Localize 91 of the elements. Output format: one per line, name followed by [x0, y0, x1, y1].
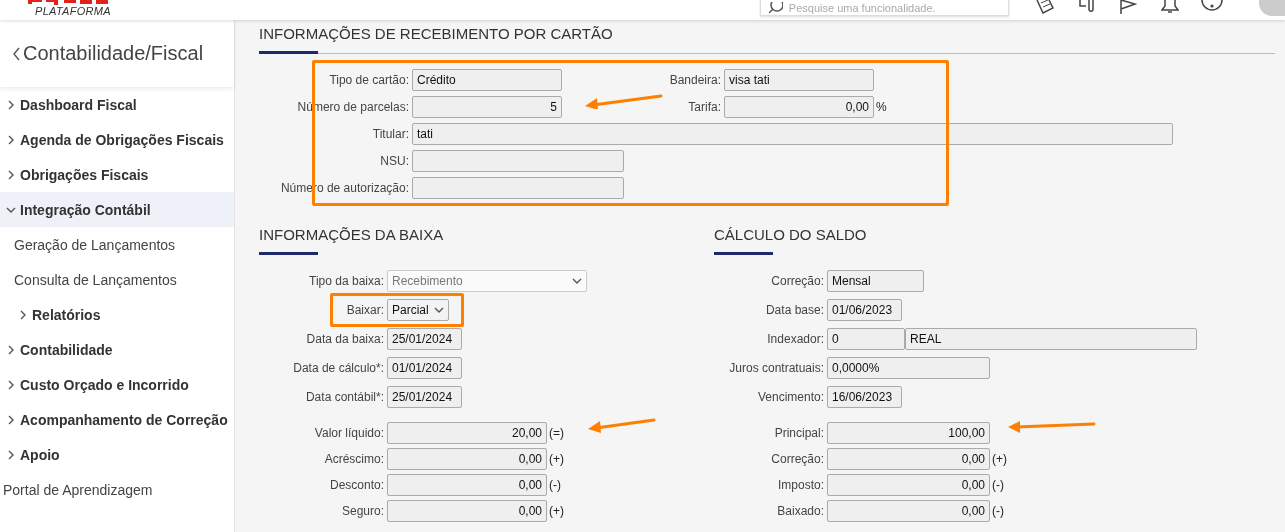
input-field[interactable]: 0,00 — [827, 474, 990, 496]
field-suffix: (=) — [548, 426, 564, 440]
field-label: Vencimento: — [756, 390, 825, 404]
menu-item[interactable]: Integração Contábil — [0, 192, 234, 227]
field-label: Juros contratuais: — [728, 361, 825, 375]
input-field[interactable]: 5 — [412, 96, 562, 118]
field-label: Tipo da baixa: — [308, 274, 385, 288]
caret-icon — [572, 276, 582, 286]
menu-item[interactable]: Portal de Aprendizagem — [0, 472, 234, 507]
field-label: Acréscimo: — [323, 452, 385, 466]
input-field[interactable]: 01/01/2024 — [387, 357, 462, 379]
input-field[interactable]: 0,0000% — [827, 357, 990, 379]
section-title: CÁLCULO DO SALDO — [714, 225, 868, 245]
input-field[interactable]: Mensal — [827, 270, 924, 292]
menu-item[interactable]: Relatórios — [0, 297, 234, 332]
annotation-arrow — [588, 417, 656, 433]
field-suffix: (-) — [548, 478, 561, 492]
chevron-icon — [18, 309, 28, 320]
field-label: Desconto: — [328, 478, 385, 492]
field-suffix: (+) — [548, 504, 564, 518]
logo-icon — [28, 0, 108, 5]
dropdown[interactable]: Parcial — [387, 299, 449, 321]
input-field[interactable]: 0 — [827, 328, 905, 350]
field-label: Tarifa: — [687, 100, 722, 114]
field-label: Correção: — [770, 452, 825, 466]
input-field[interactable]: 0,00 — [387, 448, 547, 470]
field-suffix: (+) — [548, 452, 564, 466]
input-field[interactable]: 0,00 — [827, 448, 990, 470]
field-label: Data da baixa: — [305, 332, 385, 346]
menu-item[interactable]: Dashboard Fiscal — [0, 87, 234, 122]
field-suffix: (-) — [991, 504, 1004, 518]
field-label: NSU: — [379, 154, 410, 168]
menu-item[interactable]: Agenda de Obrigações Fiscais — [0, 122, 234, 157]
field-label: Seguro: — [340, 504, 385, 518]
field-label: Baixado: — [776, 504, 825, 518]
chevron-icon — [6, 99, 16, 110]
field-label: Tipo de cartão: — [328, 73, 410, 87]
input-field[interactable]: 100,00 — [827, 422, 990, 444]
field-label: Baixar: — [345, 303, 385, 317]
brand-subtitle: PLATAFORMA — [35, 5, 111, 18]
input-field[interactable]: 01/06/2023 — [827, 299, 902, 321]
field-label: Imposto: — [776, 478, 825, 492]
input-field[interactable]: 0,00 — [387, 500, 547, 522]
menu-item[interactable]: Apoio — [0, 437, 234, 472]
menu-item[interactable]: Obrigações Fiscais — [0, 157, 234, 192]
bell-icon[interactable] — [1161, 0, 1179, 14]
input-field[interactable]: 20,00 — [387, 422, 547, 444]
field-label: Titular: — [371, 127, 410, 141]
menu-item[interactable]: Contabilidade — [0, 332, 234, 367]
field-label: Valor líquido: — [313, 426, 385, 440]
input-field[interactable]: visa tati — [724, 69, 874, 91]
chevron-icon — [6, 134, 16, 145]
input-field[interactable] — [412, 150, 624, 172]
input-field[interactable]: REAL — [905, 328, 1197, 350]
menu-item[interactable]: Custo Orçado e Incorrido — [0, 367, 234, 402]
input-field[interactable]: 16/06/2023 — [827, 386, 902, 408]
section-title: INFORMAÇÕES DA BAIXA — [259, 225, 445, 245]
field-label: Data base: — [764, 303, 825, 317]
input-field[interactable]: 0,00 — [827, 500, 990, 522]
input-field[interactable]: 25/01/2024 — [387, 328, 462, 350]
menu-item[interactable]: Acompanhamento de Correção — [0, 402, 234, 437]
chevron-icon — [6, 344, 16, 355]
caret-icon — [434, 305, 444, 315]
search-field[interactable]: Pesquise uma funcionalidade. — [759, 0, 1009, 16]
field-suffix: (-) — [991, 478, 1004, 492]
field-label: Data de cálculo*: — [292, 361, 385, 375]
chevron-icon — [6, 449, 16, 460]
sidebar-back[interactable]: Contabilidade/Fiscal — [0, 20, 234, 87]
field-suffix: (+) — [991, 452, 1007, 466]
flag-icon[interactable] — [1119, 0, 1139, 14]
field-label: Correção: — [770, 274, 825, 288]
input-field[interactable]: Crédito — [412, 69, 562, 91]
chevron-icon — [6, 169, 16, 180]
input-field[interactable]: tati — [412, 123, 1173, 145]
input-field[interactable]: 0,00 — [387, 474, 547, 496]
field-label: Principal: — [773, 426, 825, 440]
input-field[interactable]: 0,00 — [724, 96, 874, 118]
section-title: INFORMAÇÕES DE RECEBIMENTO POR CARTÃO — [259, 24, 614, 44]
menu-item[interactable]: Consulta de Lançamentos — [0, 262, 234, 297]
input-field[interactable] — [412, 177, 624, 199]
document-icon[interactable] — [1035, 0, 1055, 14]
field-label: Bandeira: — [668, 73, 722, 87]
search-icon — [768, 1, 783, 14]
field-suffix: % — [875, 100, 887, 114]
chevron-icon — [6, 414, 16, 425]
field-label: Indexador: — [766, 332, 825, 346]
field-label: Data contábil*: — [304, 390, 385, 404]
back-icon — [12, 46, 21, 61]
input-field[interactable]: 25/01/2024 — [387, 386, 462, 408]
menu-item[interactable]: Geração de Lançamentos — [0, 227, 234, 262]
chevron-icon — [6, 379, 16, 390]
